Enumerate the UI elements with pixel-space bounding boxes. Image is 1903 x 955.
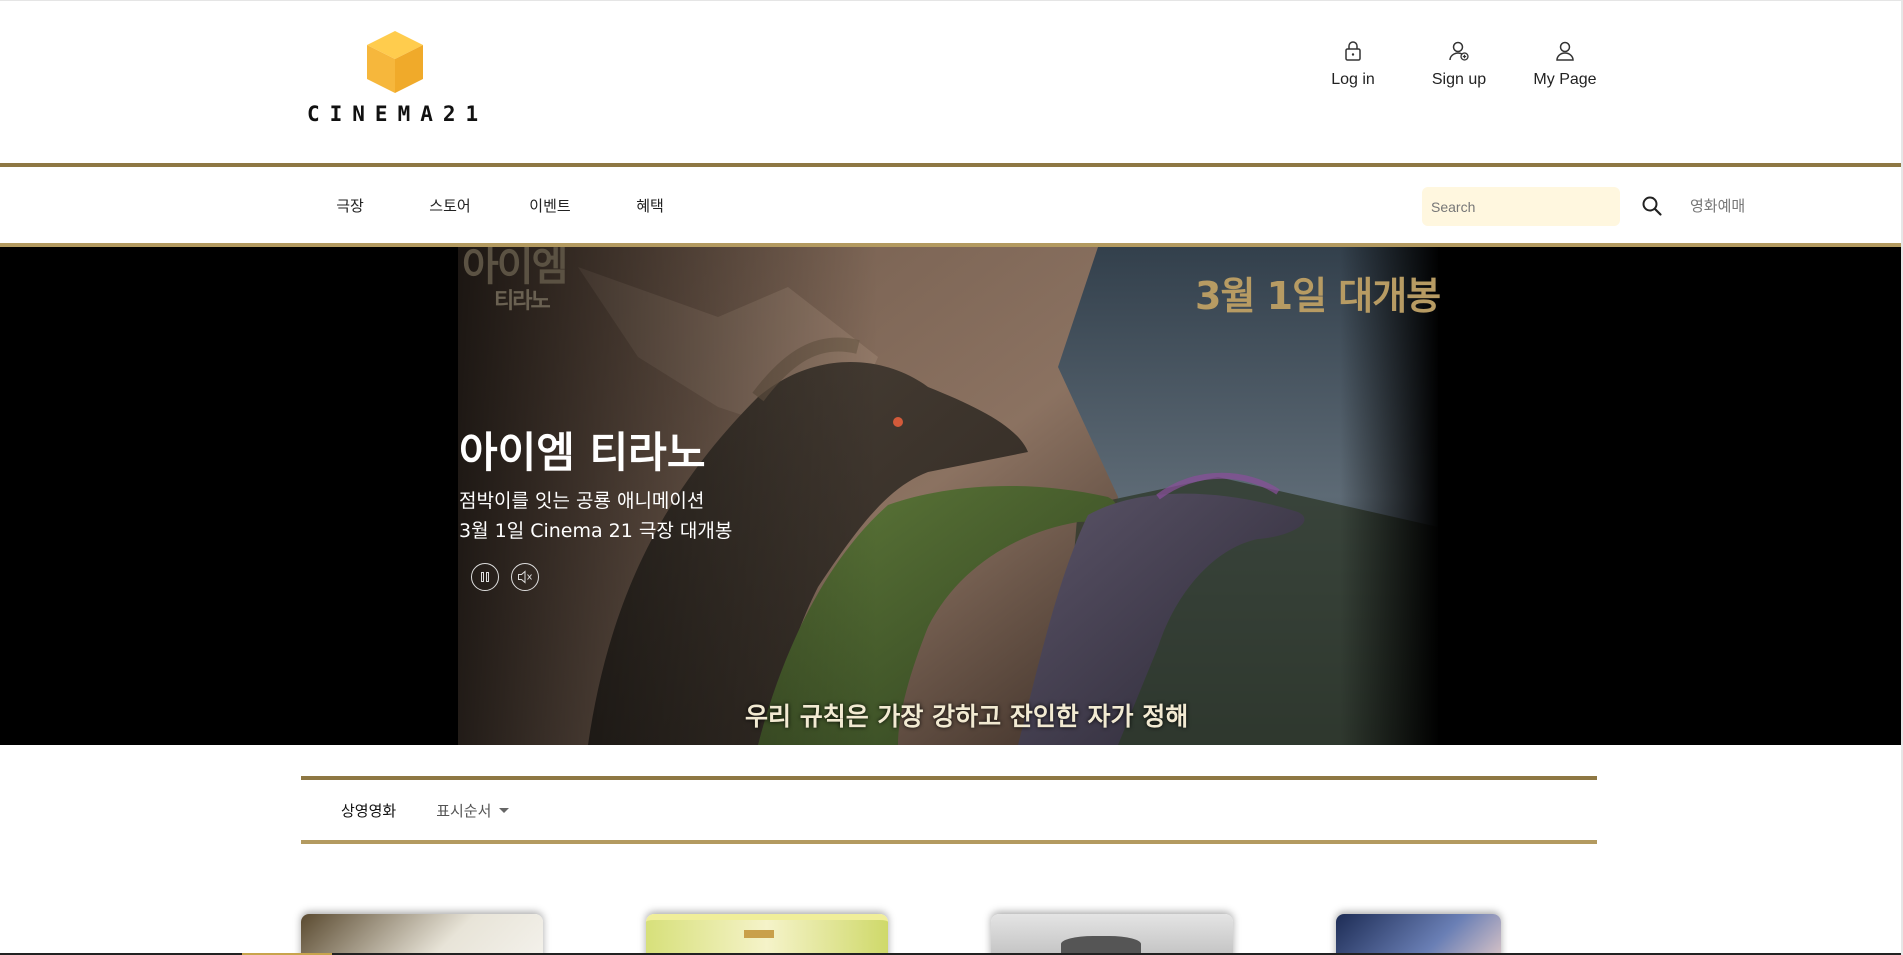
- nav-item-theater[interactable]: 극장: [300, 195, 400, 216]
- user-links: Log in Sign up My Page: [1300, 39, 1618, 89]
- hero-image-logo: 아이엠 티라노: [462, 247, 568, 317]
- movie-poster[interactable]: [991, 914, 1233, 955]
- hero-image-logo-top: 아이엠: [462, 247, 568, 290]
- user-add-icon: [1449, 41, 1469, 61]
- movie-poster[interactable]: [301, 914, 543, 955]
- search-input[interactable]: [1422, 187, 1620, 226]
- poster-emblem: [744, 930, 774, 938]
- login-label: Log in: [1331, 71, 1375, 88]
- hero-description: 점박이를 잇는 공룡 애니메이션 3월 1일 Cinema 21 극장 대개봉: [459, 486, 732, 546]
- cube-logo-icon: [367, 31, 423, 93]
- login-link[interactable]: Log in: [1300, 39, 1406, 89]
- booking-link[interactable]: 영화예매: [1690, 195, 1745, 216]
- hero-title: 아이엠 티라노: [459, 428, 706, 477]
- site-header: CINEMA21 Log in Sign up My Page: [0, 0, 1903, 166]
- logo-text[interactable]: CINEMA21: [307, 102, 488, 126]
- nav-item-store[interactable]: 스토어: [400, 195, 500, 216]
- tab-now-showing[interactable]: 상영영화: [341, 800, 396, 821]
- hero-image-logo-bottom: 티라노: [494, 289, 551, 314]
- hero-desc-line1: 점박이를 잇는 공룡 애니메이션: [459, 490, 705, 512]
- pause-button[interactable]: [471, 563, 499, 591]
- movie-poster[interactable]: [646, 914, 888, 955]
- hero-controls: [471, 563, 539, 591]
- main-nav: 극장 스토어 이벤트 혜택 영화예매: [0, 167, 1903, 245]
- sort-dropdown[interactable]: 표시순서: [436, 800, 510, 821]
- nav-item-event[interactable]: 이벤트: [500, 195, 600, 216]
- movie-posters: [301, 914, 1501, 955]
- sort-label: 표시순서: [436, 801, 492, 820]
- hero-fade-right: [1340, 247, 1440, 745]
- nav-items: 극장 스토어 이벤트 혜택: [300, 195, 700, 216]
- pause-icon: [481, 572, 489, 582]
- movie-poster[interactable]: [1336, 914, 1501, 955]
- mypage-link[interactable]: My Page: [1512, 39, 1618, 89]
- hero-banner: 아이엠 티라노 3월 1일 대개봉 아이엠 티라노 점박이를 잇는 공룡 애니메…: [0, 247, 1903, 745]
- nav-item-benefit[interactable]: 혜택: [600, 195, 700, 216]
- signup-link[interactable]: Sign up: [1406, 39, 1512, 89]
- mute-icon: [518, 570, 532, 584]
- signup-label: Sign up: [1431, 71, 1487, 88]
- search-icon: [1642, 196, 1662, 216]
- user-icon: [1556, 41, 1574, 61]
- hero-image-tagline: 3월 1일 대개봉: [1195, 274, 1441, 318]
- lock-icon: [1345, 41, 1361, 61]
- caret-down-icon: [499, 807, 510, 813]
- list-bottom-divider: [301, 840, 1597, 844]
- mypage-label: My Page: [1533, 71, 1597, 88]
- hero-desc-line2: 3월 1일 Cinema 21 극장 대개봉: [459, 520, 733, 542]
- page: CINEMA21 Log in Sign up My Page 극장 스토어 이…: [0, 0, 1903, 955]
- search-button[interactable]: [1640, 194, 1664, 218]
- hero-image-subtitle: 우리 규칙은 가장 강하고 잔인한 자가 정해: [745, 702, 1189, 731]
- mute-button[interactable]: [511, 563, 539, 591]
- list-toolbar: 상영영화 표시순서: [301, 780, 1597, 840]
